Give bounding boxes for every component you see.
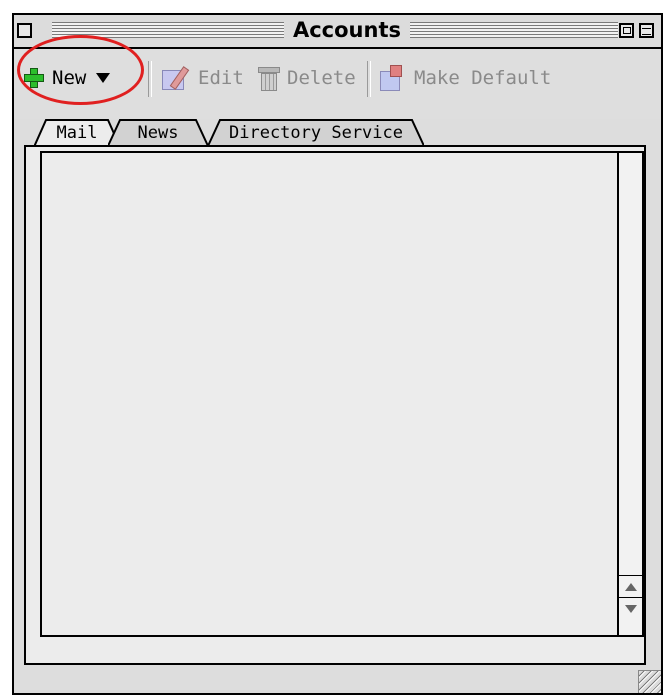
trash-icon [257,65,280,91]
edit-button[interactable]: Edit [162,61,244,95]
make-default-button[interactable]: Make Default [380,61,551,95]
scroll-up-button[interactable] [619,575,642,597]
tab-news-label: News [137,123,179,143]
collapse-box[interactable] [639,23,654,38]
tab-bar: Mail News Directory Service [14,119,661,147]
make-default-icon [380,65,406,91]
zoom-box[interactable] [619,23,634,38]
tab-news[interactable]: News [108,119,208,147]
up-arrow-icon [624,582,637,591]
highlight-circle [17,35,144,105]
edit-icon [162,66,190,90]
down-arrow-icon [624,604,637,613]
vertical-scrollbar[interactable] [618,151,644,637]
mail-tab-pane [24,145,646,665]
title-stripes-right [410,22,618,38]
window-title: Accounts [292,18,401,42]
close-box[interactable] [17,23,32,38]
tab-directory-service-label: Directory Service [229,123,403,143]
delete-button[interactable]: Delete [257,61,356,95]
resize-grip[interactable] [638,670,661,693]
toolbar-separator [367,61,371,97]
delete-button-label: Delete [287,67,356,89]
accounts-list[interactable] [40,151,619,637]
tab-directory-service[interactable]: Directory Service [208,119,424,147]
tab-mail-label: Mail [56,123,98,143]
toolbar-separator [148,61,152,97]
scroll-down-button[interactable] [619,597,642,619]
accounts-window: Accounts New Edit Delete Make Default Ma… [12,13,663,695]
make-default-button-label: Make Default [414,67,552,89]
edit-button-label: Edit [198,67,244,89]
